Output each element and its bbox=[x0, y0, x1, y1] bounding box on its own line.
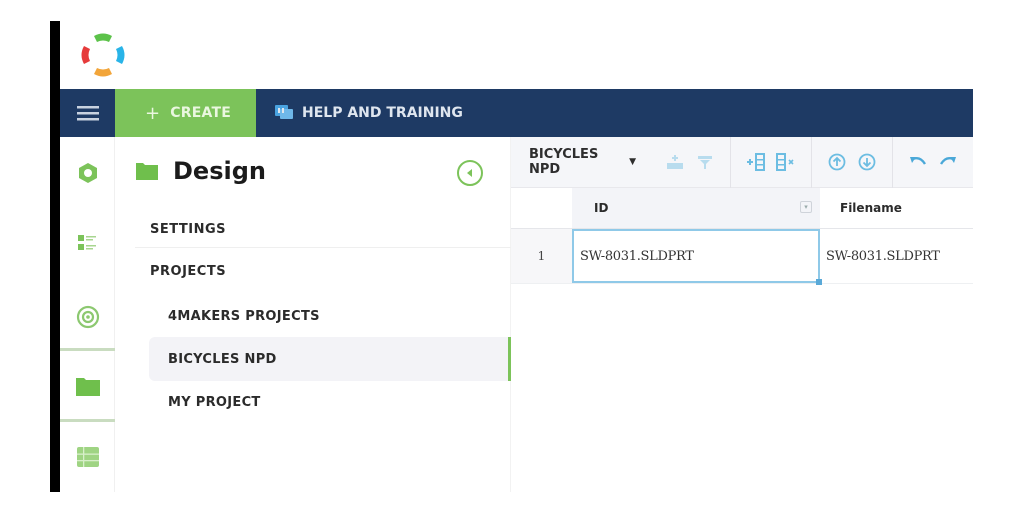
toolbar-group-move bbox=[811, 136, 892, 188]
chevron-left-circle-icon bbox=[467, 169, 472, 177]
logo-row bbox=[60, 21, 973, 89]
project-label: 4MAKERS PROJECTS bbox=[168, 308, 320, 324]
fill-handle[interactable] bbox=[816, 279, 822, 285]
table-icon bbox=[76, 447, 99, 467]
move-down-button[interactable] bbox=[857, 152, 877, 172]
hamburger-icon bbox=[76, 106, 99, 121]
top-navigation-bar: + CREATE HELP AND TRAINING bbox=[60, 89, 973, 137]
target-icon bbox=[76, 305, 99, 329]
folder-icon bbox=[75, 378, 100, 396]
rail-divider bbox=[60, 348, 115, 351]
project-item-bicycles-npd[interactable]: BICYCLES NPD bbox=[149, 337, 511, 381]
grid-toolbar: BICYCLES NPD ▼ bbox=[511, 136, 973, 188]
help-and-training-button[interactable]: HELP AND TRAINING bbox=[256, 89, 463, 137]
redo-button[interactable] bbox=[938, 152, 958, 172]
column-label: Filename bbox=[840, 201, 902, 215]
multicolor-ring-logo-icon[interactable] bbox=[78, 30, 128, 80]
insert-row-button[interactable] bbox=[665, 152, 685, 172]
create-button[interactable]: + CREATE bbox=[115, 89, 256, 137]
project-item-4makers[interactable]: 4MAKERS PROJECTS bbox=[149, 294, 511, 338]
undo-button[interactable] bbox=[908, 152, 928, 172]
panel-header: Design bbox=[135, 157, 266, 185]
app-window: + CREATE HELP AND TRAINING Design SETTIN… bbox=[60, 21, 973, 492]
dataset-label: BICYCLES NPD bbox=[529, 147, 599, 177]
cell-id-selected[interactable]: SW-8031.SLDPRT bbox=[572, 229, 822, 285]
project-label: BICYCLES NPD bbox=[168, 351, 277, 367]
column-menu-icon[interactable]: ▾ bbox=[800, 201, 812, 213]
icon-rail bbox=[60, 137, 115, 492]
row-number[interactable]: 1 bbox=[511, 229, 572, 283]
rail-item-folder[interactable] bbox=[60, 356, 115, 416]
rail-item-table[interactable] bbox=[60, 427, 115, 487]
redo-icon bbox=[939, 156, 956, 165]
divider bbox=[135, 247, 511, 248]
rail-item-list[interactable] bbox=[60, 213, 115, 273]
project-label: MY PROJECT bbox=[168, 394, 261, 410]
filter-button[interactable] bbox=[695, 152, 715, 172]
collapse-panel-button[interactable] bbox=[457, 160, 483, 186]
list-icon bbox=[77, 235, 96, 250]
chat-help-icon bbox=[275, 105, 293, 119]
project-item-my-project[interactable]: MY PROJECT bbox=[149, 380, 511, 424]
move-down-icon bbox=[858, 153, 876, 171]
toolbar-group-edit bbox=[650, 137, 730, 188]
projects-section: PROJECTS bbox=[150, 264, 227, 279]
create-label: CREATE bbox=[170, 105, 231, 121]
filter-icon bbox=[698, 156, 712, 169]
grid-area: BICYCLES NPD ▼ ID ▾ Filename 1 SW-8031.S… bbox=[511, 136, 973, 492]
window-edge bbox=[50, 21, 60, 492]
cell-filename[interactable]: SW-8031.SLDPRT bbox=[820, 229, 973, 283]
column-header-filename[interactable]: Filename bbox=[820, 188, 973, 228]
dataset-dropdown[interactable]: BICYCLES NPD ▼ bbox=[529, 147, 636, 177]
hexagon-icon bbox=[78, 163, 97, 183]
settings-section[interactable]: SETTINGS bbox=[150, 222, 226, 237]
column-header-id[interactable]: ID ▾ bbox=[572, 188, 820, 228]
remove-column-icon bbox=[776, 153, 794, 171]
add-column-icon bbox=[747, 153, 765, 171]
caret-down-icon: ▼ bbox=[629, 157, 636, 167]
toolbar-group-columns bbox=[730, 136, 811, 188]
table-row: 1 SW-8031.SLDPRT SW-8031.SLDPRT bbox=[511, 228, 973, 285]
row-number-header bbox=[511, 188, 572, 228]
undo-icon bbox=[910, 156, 927, 165]
move-up-icon bbox=[828, 153, 846, 171]
add-column-button[interactable] bbox=[746, 152, 766, 172]
plus-icon: + bbox=[145, 102, 161, 124]
rail-divider bbox=[60, 419, 115, 422]
panel-title: Design bbox=[173, 157, 266, 185]
menu-button[interactable] bbox=[60, 89, 115, 137]
folder-icon bbox=[136, 163, 158, 180]
design-panel: Design SETTINGS PROJECTS 4MAKERS PROJECT… bbox=[115, 137, 511, 492]
remove-column-button[interactable] bbox=[776, 152, 796, 172]
cell-value: SW-8031.SLDPRT bbox=[826, 248, 940, 264]
cell-value: SW-8031.SLDPRT bbox=[580, 248, 694, 264]
help-label: HELP AND TRAINING bbox=[302, 105, 463, 121]
column-label: ID bbox=[594, 201, 609, 215]
move-up-button[interactable] bbox=[827, 152, 847, 172]
toolbar-group-history bbox=[892, 136, 973, 188]
rail-item-target[interactable] bbox=[60, 287, 115, 347]
insert-row-icon bbox=[667, 155, 683, 169]
rail-item-hexagon[interactable] bbox=[60, 143, 115, 203]
grid-header: ID ▾ Filename bbox=[511, 188, 973, 228]
